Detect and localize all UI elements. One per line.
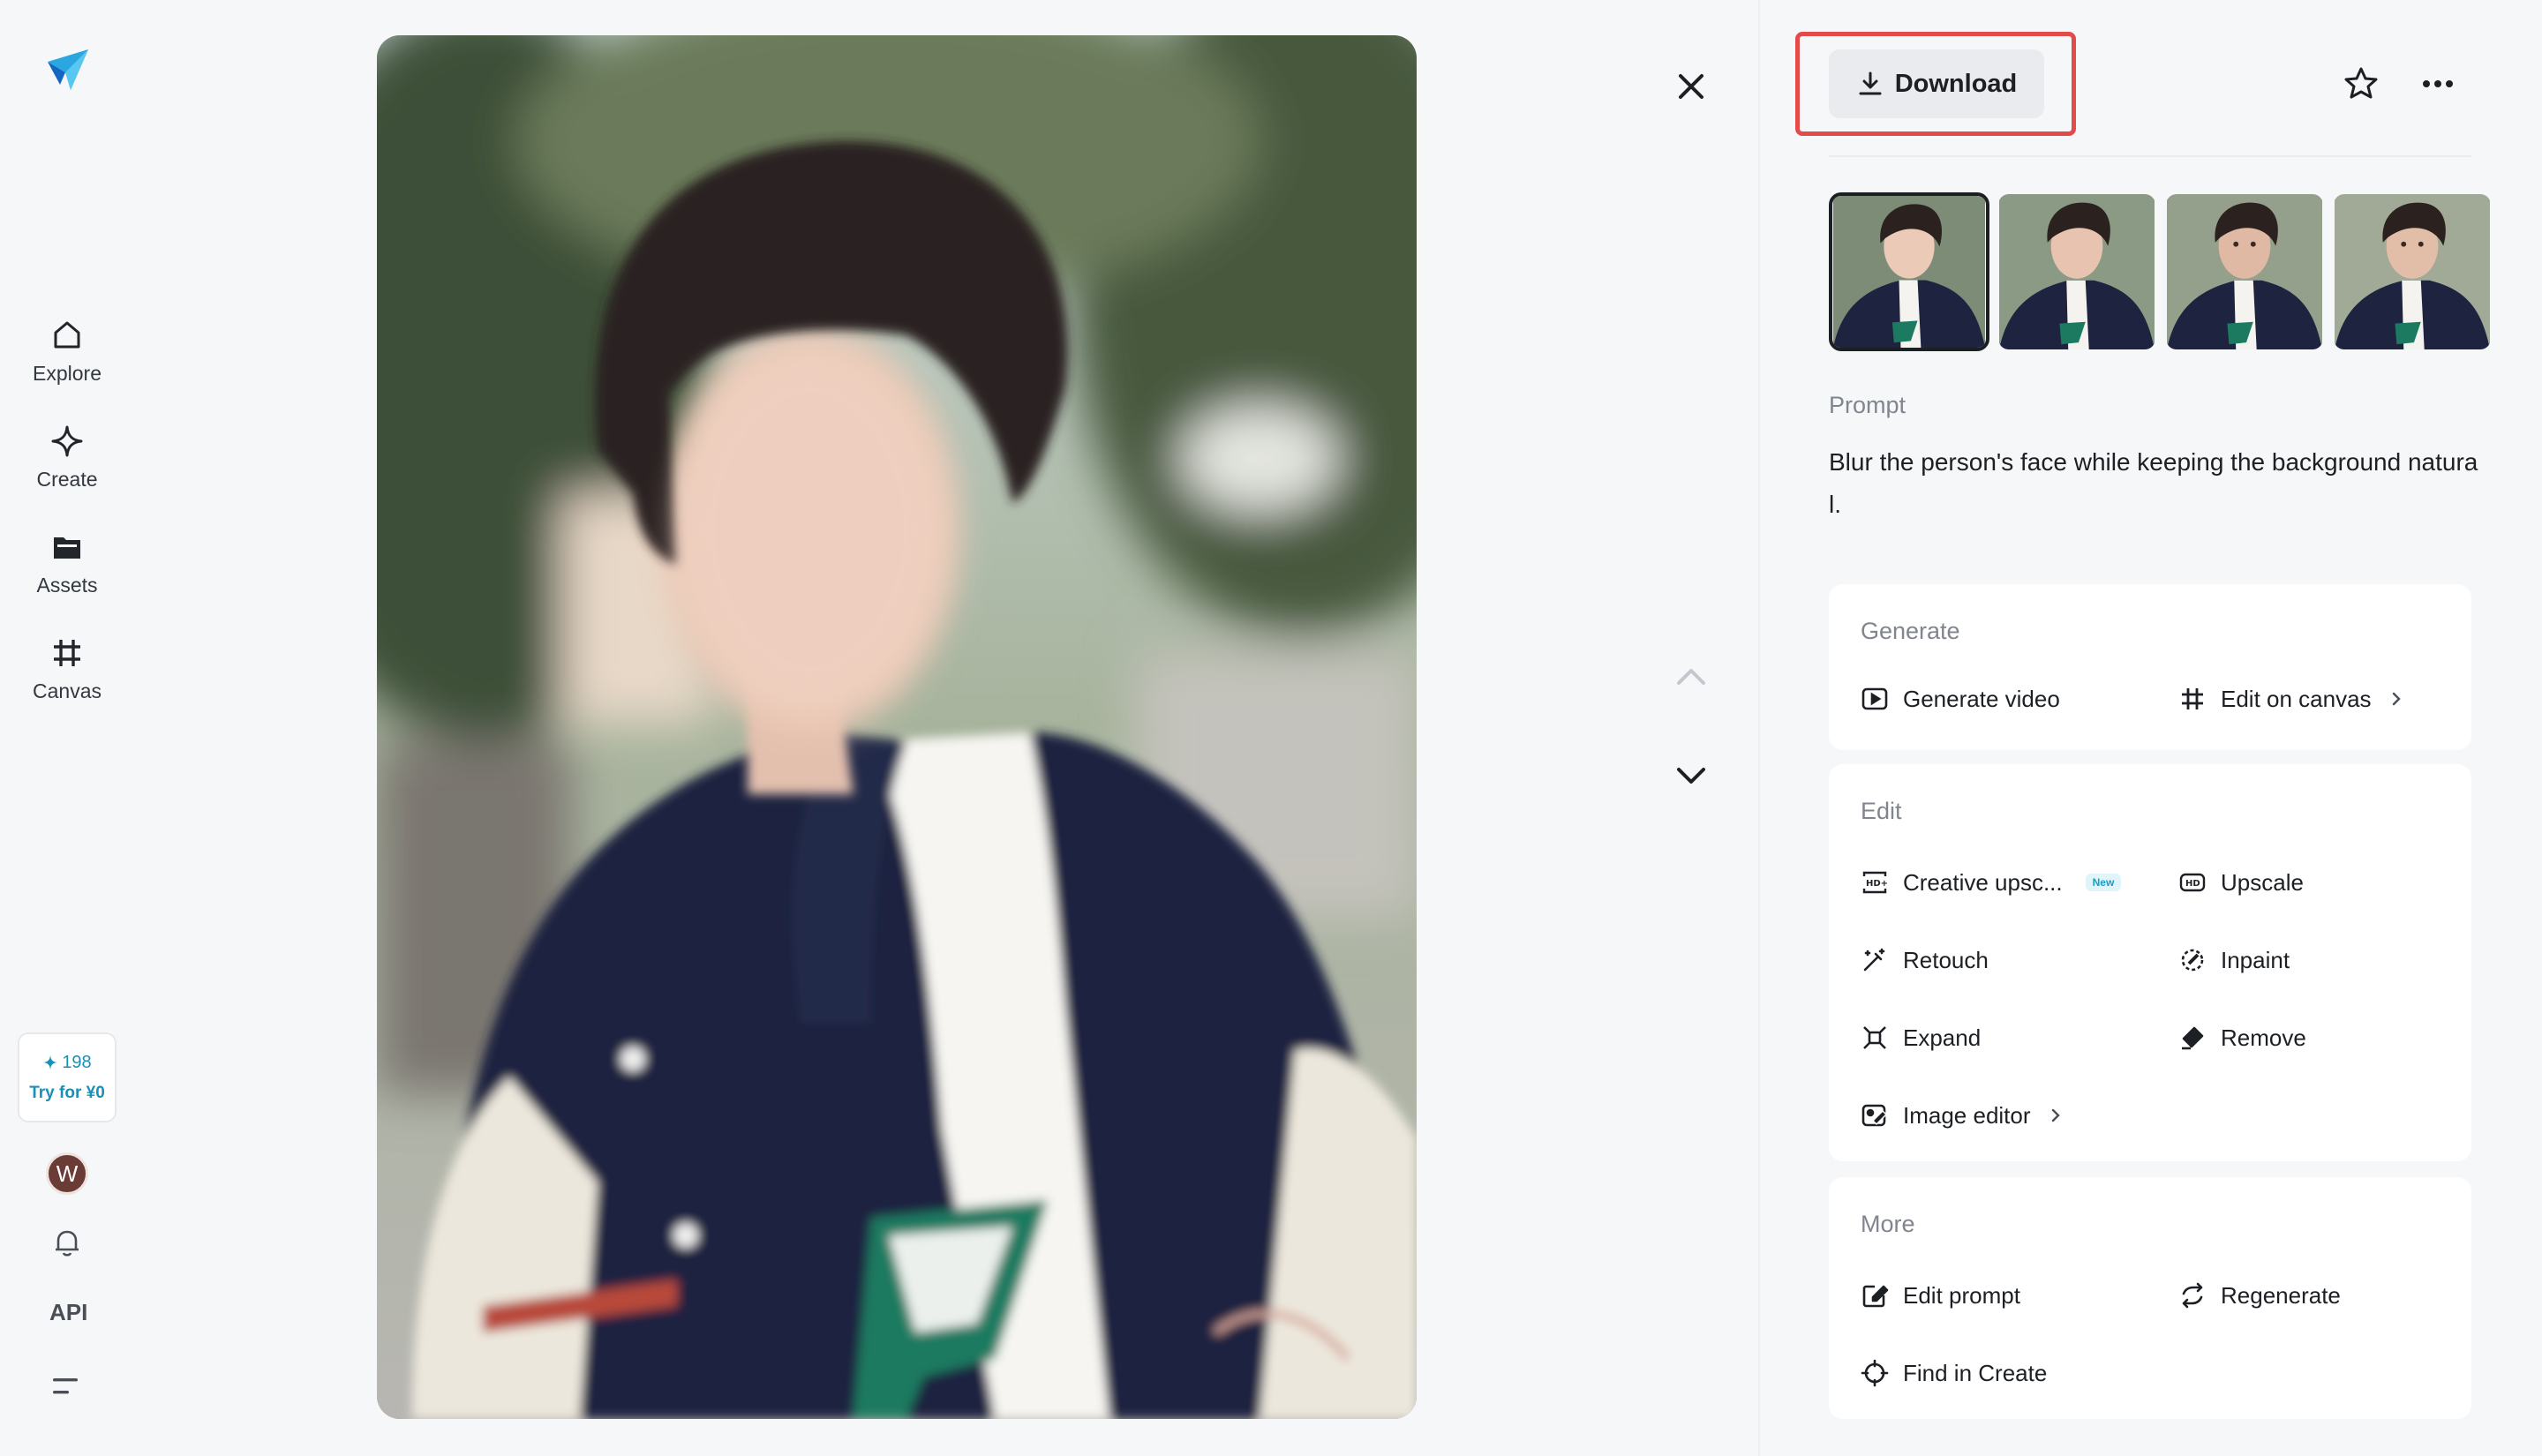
api-link[interactable]: API xyxy=(49,1299,87,1326)
upscale-button[interactable]: HD Upscale xyxy=(2178,868,2304,897)
sidebar-item-label: Explore xyxy=(33,362,102,385)
find-in-create-button[interactable]: Find in Create xyxy=(1861,1359,2047,1387)
section-title: More xyxy=(1861,1211,1915,1237)
new-badge: New xyxy=(2085,874,2122,891)
more-options-icon[interactable] xyxy=(2420,69,2456,99)
variant-thumbnail-4[interactable] xyxy=(2332,192,2493,351)
section-title: Generate xyxy=(1861,618,1960,644)
variant-thumbnails xyxy=(1829,192,2493,351)
sidebar-item-label: Create xyxy=(36,468,98,491)
try-free-link[interactable]: Try for ¥0 xyxy=(29,1084,105,1103)
variant-thumbnail-2[interactable] xyxy=(1997,192,2157,351)
more-section: More Edit prompt Regenerate Find in Crea… xyxy=(1829,1177,2471,1419)
app-logo[interactable] xyxy=(44,46,92,94)
svg-text:HD+: HD+ xyxy=(1866,879,1888,889)
folder-icon xyxy=(54,537,80,559)
image-editor-icon xyxy=(1861,1104,1888,1127)
edit-prompt-button[interactable]: Edit prompt xyxy=(1861,1281,2020,1310)
chevron-right-icon xyxy=(2392,692,2401,706)
regenerate-icon xyxy=(2182,1282,2203,1309)
download-label: Download xyxy=(1894,69,2018,98)
sidebar-item-label: Canvas xyxy=(33,679,102,702)
section-title: Edit xyxy=(1861,798,1902,824)
close-icon[interactable] xyxy=(1672,67,1711,106)
star-icon[interactable] xyxy=(2343,65,2380,102)
photo-preview xyxy=(377,35,1417,1419)
edit-section: Edit HD+ Creative upsc... New HD Upscale… xyxy=(1829,764,2471,1161)
sparkle-icon xyxy=(51,425,83,457)
variant-thumbnail-3[interactable] xyxy=(2164,192,2325,351)
play-icon xyxy=(1861,687,1888,710)
bell-icon[interactable] xyxy=(49,1225,85,1260)
upscale-icon: HD+ xyxy=(1862,871,1888,894)
edit-prompt-icon xyxy=(1862,1285,1889,1308)
download-button[interactable]: Download xyxy=(1829,49,2044,118)
thumbnail-image xyxy=(2167,194,2322,349)
edit-on-canvas-button[interactable]: Edit on canvas xyxy=(2178,685,2405,713)
credits-widget[interactable]: 198 Try for ¥0 xyxy=(18,1032,117,1122)
frame-icon xyxy=(54,640,80,666)
menu-icon[interactable] xyxy=(51,1373,83,1400)
sidebar-nav: Explore Create Assets Canvas xyxy=(0,314,134,738)
home-icon xyxy=(54,321,80,349)
sidebar-item-canvas[interactable]: Canvas xyxy=(10,632,124,738)
header-divider xyxy=(1829,155,2471,157)
panel-divider xyxy=(1758,0,1760,1456)
expand-icon xyxy=(1863,1026,1886,1049)
chevron-right-icon xyxy=(2051,1108,2060,1122)
eraser-icon xyxy=(2182,1026,2204,1050)
inpaint-icon xyxy=(2181,949,2204,972)
credits-count: 198 xyxy=(42,1053,92,1073)
retouch-button[interactable]: Retouch xyxy=(1861,946,1989,974)
sidebar-item-assets[interactable]: Assets xyxy=(10,526,124,632)
thumbnail-image xyxy=(2335,194,2490,349)
thumbnail-image xyxy=(1999,194,2155,349)
variant-thumbnail-1[interactable] xyxy=(1829,192,1989,351)
creative-upscale-button[interactable]: HD+ Creative upsc... New xyxy=(1861,868,2122,897)
generate-section: Generate Generate video Edit on canvas xyxy=(1829,584,2471,750)
remove-button[interactable]: Remove xyxy=(2178,1024,2306,1052)
svg-text:HD: HD xyxy=(2185,879,2200,889)
sidebar-item-create[interactable]: Create xyxy=(10,420,124,526)
frame-icon xyxy=(2182,688,2203,709)
sidebar-item-explore[interactable]: Explore xyxy=(10,314,124,420)
chevron-down-icon[interactable] xyxy=(1672,762,1711,791)
thumbnail-image xyxy=(1833,196,1985,348)
sidebar-item-label: Assets xyxy=(36,574,98,597)
regenerate-button[interactable]: Regenerate xyxy=(2178,1281,2341,1310)
avatar[interactable]: W xyxy=(46,1152,88,1195)
prompt-text: Blur the person's face while keeping the… xyxy=(1829,448,2478,518)
generate-video-button[interactable]: Generate video xyxy=(1861,685,2060,713)
main-image xyxy=(377,35,1417,1419)
sidebar: Explore Create Assets Canvas 198 Try for… xyxy=(0,0,134,1456)
sparkle-icon xyxy=(43,1054,58,1070)
chevron-up-icon[interactable] xyxy=(1672,662,1711,690)
expand-button[interactable]: Expand xyxy=(1861,1024,1981,1052)
download-icon xyxy=(1859,71,1882,95)
crosshair-icon xyxy=(1861,1359,1889,1387)
prompt-label: Prompt xyxy=(1829,392,1906,418)
hd-icon: HD xyxy=(2179,873,2206,892)
magic-wand-icon xyxy=(1863,948,1885,972)
image-editor-button[interactable]: Image editor xyxy=(1861,1101,2064,1130)
inpaint-button[interactable]: Inpaint xyxy=(2178,946,2290,974)
